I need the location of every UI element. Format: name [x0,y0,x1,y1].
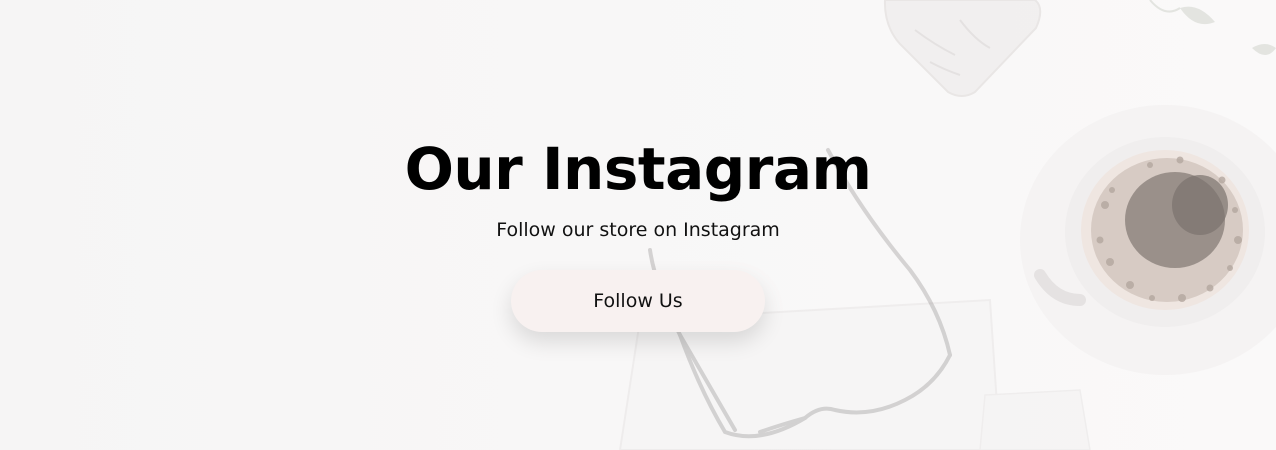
instagram-banner: Our Instagram Follow our store on Instag… [0,0,1276,450]
follow-us-button[interactable]: Follow Us [511,270,765,332]
section-title: Our Instagram [404,135,872,203]
leaves-image [1149,0,1276,55]
phone-image [883,0,1042,97]
section-subtitle: Follow our store on Instagram [496,219,780,241]
instagram-section: Our Instagram Follow our store on Instag… [0,132,1276,332]
